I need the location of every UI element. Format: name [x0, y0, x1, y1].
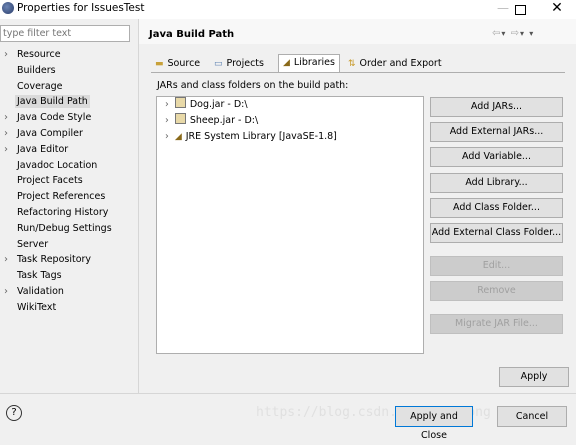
sidebar-item[interactable]: Task Tags — [0, 268, 138, 284]
sidebar-item[interactable]: Project Facets — [0, 173, 138, 189]
sidebar-item-label: Resource — [17, 49, 61, 60]
property-page-tree: › Resource Builders Coverage Java Build Path… — [0, 47, 138, 316]
tab-label: Projects — [226, 58, 264, 69]
filter-input[interactable] — [0, 25, 130, 42]
page-navigation: ⇦▾ ⇨▾ ▾ — [492, 28, 534, 39]
library-icon: ◢ — [174, 132, 182, 142]
list-item[interactable]: › Dog.jar - D:\ — [157, 97, 423, 113]
close-window-button[interactable]: ✕ — [542, 0, 572, 19]
apply-and-close-button[interactable]: Apply and Close — [395, 406, 473, 441]
sidebar-item-label: Project References — [17, 191, 106, 203]
add-class-folder-button[interactable]: Add Class Folder... — [430, 198, 563, 218]
sidebar-item-label: Java Code Style — [17, 112, 92, 124]
add-external-class-folder-button[interactable]: Add External Class Folder... — [430, 223, 563, 243]
add-jars-button[interactable]: Add JARs... — [430, 97, 563, 117]
divider — [138, 19, 139, 393]
chevron-right-icon[interactable]: › — [165, 99, 169, 110]
sidebar-item-label: Builders — [17, 64, 56, 76]
title-bar: Properties for IssuesTest — ✕ — [0, 0, 576, 19]
sidebar-item[interactable]: WikiText — [0, 300, 138, 316]
sidebar-item-label: WikiText — [17, 301, 57, 313]
maximize-button[interactable] — [505, 0, 535, 19]
tab-underline — [151, 72, 565, 73]
forward-dropdown-icon[interactable]: ▾ — [520, 29, 525, 38]
sidebar-item[interactable]: Java Build Path — [0, 94, 138, 110]
sidebar-item-label: Task Tags — [17, 270, 62, 282]
close-icon: ✕ — [551, 0, 563, 16]
sidebar-item-label: Server — [17, 238, 49, 250]
sidebar-item[interactable]: › Java Code Style — [0, 110, 138, 126]
migrate-jar-button[interactable]: Migrate JAR File... — [430, 314, 563, 334]
chevron-right-icon[interactable]: › — [4, 252, 8, 268]
forward-icon[interactable]: ⇨ — [511, 28, 520, 39]
maximize-icon — [514, 5, 526, 15]
sidebar-item[interactable]: › Resource — [0, 47, 138, 63]
chevron-right-icon[interactable]: › — [4, 284, 8, 300]
libraries-description: JARs and class folders on the build path… — [157, 80, 349, 91]
remove-button[interactable]: Remove — [430, 281, 563, 301]
page-title: Java Build Path — [149, 29, 235, 40]
eclipse-app-icon — [2, 2, 14, 14]
sidebar-item-label: Java Build Path — [15, 95, 90, 109]
list-item[interactable]: › Sheep.jar - D:\ — [157, 113, 423, 129]
chevron-right-icon[interactable]: › — [165, 115, 169, 126]
entry-label: JRE System Library [JavaSE-1.8] — [185, 131, 337, 142]
source-folder-icon: ▬ — [155, 59, 164, 69]
chevron-right-icon[interactable]: › — [4, 47, 8, 63]
chevron-right-icon[interactable]: › — [4, 110, 8, 126]
chevron-right-icon[interactable]: › — [4, 142, 8, 158]
jar-icon — [174, 97, 186, 108]
tab-order-and-export[interactable]: ⇅ Order and Export — [344, 56, 446, 72]
sidebar-item[interactable]: Builders — [0, 63, 138, 79]
sidebar-item-label: Task Repository — [17, 254, 92, 266]
tab-libraries[interactable]: ◢ Libraries — [278, 54, 340, 73]
tab-projects[interactable]: ▭ Projects — [210, 56, 268, 72]
tab-label: Libraries — [293, 57, 335, 68]
tab-label: Order and Export — [359, 58, 442, 69]
order-export-icon: ⇅ — [348, 59, 356, 69]
help-icon[interactable]: ? — [6, 405, 22, 421]
list-item[interactable]: › ◢ JRE System Library [JavaSE-1.8] — [157, 129, 423, 145]
edit-button[interactable]: Edit... — [430, 256, 563, 276]
sidebar-item-label: Coverage — [17, 80, 63, 92]
sidebar-item[interactable]: › Task Repository — [0, 252, 138, 268]
sidebar-item-label: Java Editor — [17, 143, 69, 155]
sidebar-item-label: Refactoring History — [17, 206, 109, 218]
sidebar-item[interactable]: Run/Debug Settings — [0, 221, 138, 237]
view-menu-icon[interactable]: ▾ — [529, 29, 534, 38]
sidebar-item-label: Run/Debug Settings — [17, 222, 112, 234]
sidebar-item-label: Validation — [17, 285, 64, 297]
build-path-list[interactable]: › Dog.jar - D:\ › Sheep.jar - D:\ › ◢ JRE Sy… — [156, 96, 424, 354]
sidebar-item-label: Javadoc Location — [17, 159, 98, 171]
add-library-button[interactable]: Add Library... — [430, 173, 563, 193]
jar-icon — [174, 113, 186, 124]
back-icon[interactable]: ⇦ — [492, 28, 501, 39]
sidebar-item-label: Project Facets — [17, 175, 83, 187]
sidebar-item[interactable]: Javadoc Location — [0, 158, 138, 174]
apply-button[interactable]: Apply — [499, 367, 569, 387]
sidebar-item[interactable]: › Java Compiler — [0, 126, 138, 142]
window-title: Properties for IssuesTest — [17, 2, 145, 14]
chevron-right-icon[interactable]: › — [4, 126, 8, 142]
sidebar-item[interactable]: Coverage — [0, 79, 138, 95]
sidebar-item[interactable]: Refactoring History — [0, 205, 138, 221]
back-dropdown-icon[interactable]: ▾ — [501, 29, 506, 38]
sidebar-item[interactable]: Server — [0, 237, 138, 253]
entry-label: Dog.jar - D:\ — [189, 99, 248, 110]
libraries-icon: ◢ — [283, 58, 290, 68]
sidebar-item[interactable]: Project References — [0, 189, 138, 205]
cancel-button[interactable]: Cancel — [497, 406, 567, 427]
tab-source[interactable]: ▬ Source — [151, 56, 204, 72]
sidebar-item-label: Java Compiler — [17, 127, 83, 139]
tab-label: Source — [167, 58, 201, 69]
add-external-jars-button[interactable]: Add External JARs... — [430, 122, 563, 142]
projects-icon: ▭ — [214, 59, 223, 69]
chevron-right-icon[interactable]: › — [165, 131, 169, 142]
entry-label: Sheep.jar - D:\ — [189, 115, 259, 126]
footer-divider — [0, 393, 576, 394]
sidebar-item[interactable]: › Validation — [0, 284, 138, 300]
sidebar-item[interactable]: › Java Editor — [0, 142, 138, 158]
add-variable-button[interactable]: Add Variable... — [430, 147, 563, 167]
